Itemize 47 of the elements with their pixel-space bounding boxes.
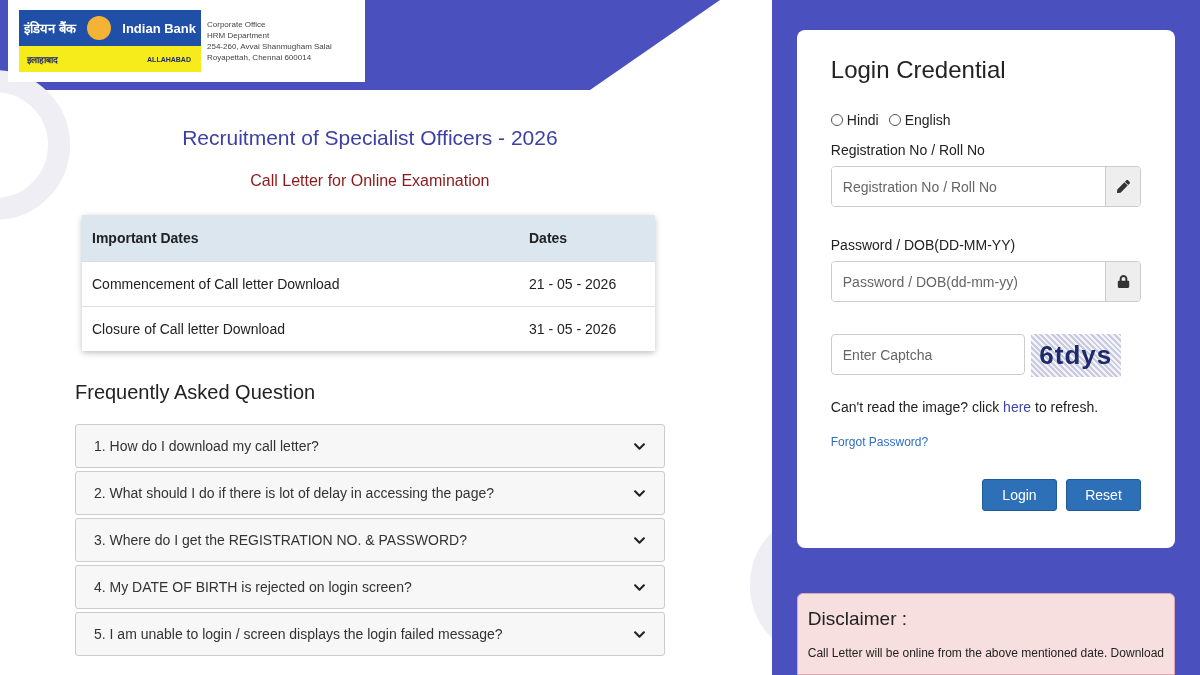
login-button[interactable]: Login [982, 479, 1057, 511]
forgot-password-link[interactable]: Forgot Password? [830, 435, 1141, 449]
lock-icon [1105, 262, 1140, 301]
field-label: Registration No / Roll No [830, 142, 986, 158]
column-header: Important Dates [92, 230, 200, 246]
captcha-field[interactable]: Enter Captcha [830, 334, 1025, 375]
page-title: Recruitment of Specialist Officers - 2026 [181, 126, 559, 150]
address-line: 254-260, Avvai Shanmugham Salai [207, 41, 332, 52]
logo-hindi-name: इंडियन बैंक [24, 20, 76, 38]
bank-emblem-icon [85, 15, 112, 42]
table-cell-text: Commencement of Call letter Download [92, 276, 341, 292]
field-label: Password / DOB(DD-MM-YY) [830, 237, 1017, 253]
registration-field[interactable]: Registration No / Roll No [830, 166, 1141, 207]
faq-question: 4. My DATE OF BIRTH is rejected on login screen? [94, 579, 412, 595]
refresh-link[interactable]: here [1003, 399, 1032, 415]
faq-question: 2. What should I do if there is lot of delay in accessing the page? [94, 485, 495, 501]
logo-hindi-subtitle: इलाहाबाद [27, 53, 58, 66]
radio-label: English [904, 112, 951, 128]
table-cell-text: Closure of Call letter Download [92, 321, 286, 337]
page-subtitle: Call Letter for Online Examination [249, 172, 491, 190]
table-cell-text: 21 - 05 - 2026 [529, 276, 618, 292]
radio-button[interactable] [830, 114, 843, 126]
disclaimer-title: Disclaimer : [807, 608, 908, 630]
faq-question: 5. I am unable to login / screen displays the login failed message? [94, 626, 503, 642]
login-title: Login Credential [830, 56, 1007, 84]
faq-question: 3. Where do I get the REGISTRATION NO. & PASSWORD? [94, 532, 467, 548]
faq-item[interactable]: 5. I am unable to login / screen displays the login failed message? [75, 612, 665, 656]
pencil-icon [1105, 167, 1140, 206]
refresh-hint: Can't read the image? click here to refresh. [830, 399, 1100, 415]
faq-question: 1. How do I download my call letter? [94, 438, 319, 454]
reset-button[interactable]: Reset [1066, 479, 1141, 511]
faq-item[interactable]: 2. What should I do if there is lot of delay in accessing the page? [75, 471, 665, 515]
table-cell-text: 31 - 05 - 2026 [529, 321, 618, 337]
password-field[interactable]: Password / DOB(dd-mm-yy) [830, 261, 1141, 302]
faq-item[interactable]: 1. How do I download my call letter? [75, 424, 665, 468]
faq-item[interactable]: 4. My DATE OF BIRTH is rejected on login screen? [75, 565, 665, 609]
radio-label: Hindi [846, 112, 879, 128]
radio-button[interactable] [888, 114, 901, 126]
disclaimer-text: Call Letter will be online from the above mentioned date. Download [807, 646, 1164, 660]
logo-english-name: Indian Bank [122, 20, 196, 36]
faq-heading: Frequently Asked Question [75, 381, 317, 404]
column-header: Dates [529, 230, 569, 246]
faq-item[interactable]: 3. Where do I get the REGISTRATION NO. & PASSWORD? [75, 518, 665, 562]
address-line: Royapettah, Chennai 600014 [207, 52, 313, 63]
captcha-code: 6tdys [1039, 340, 1113, 371]
address-line: HRM Department [207, 30, 271, 41]
address-line: Corporate Office [207, 19, 267, 30]
